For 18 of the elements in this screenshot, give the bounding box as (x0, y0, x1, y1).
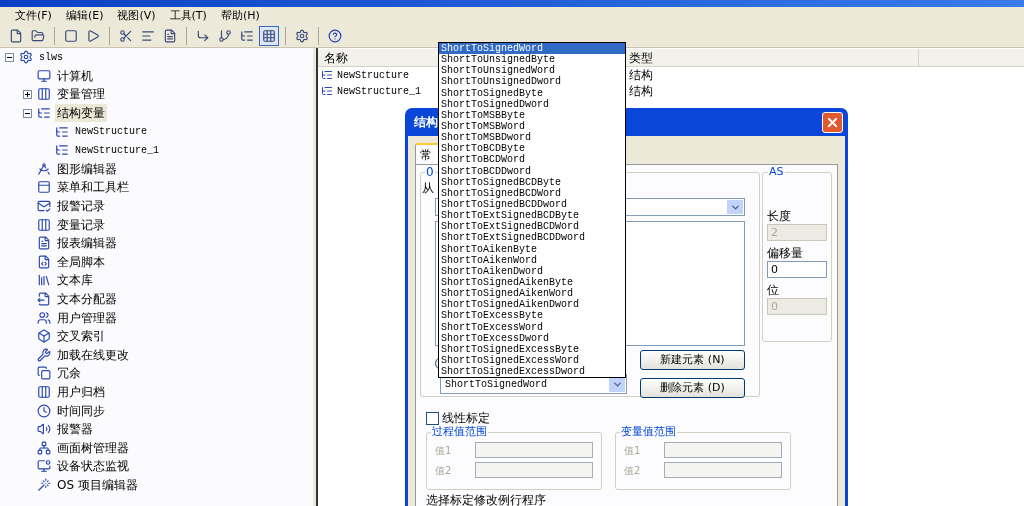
field-label: 值1 (624, 443, 642, 458)
field-label: 位 (767, 283, 779, 298)
checkbox-label: 线性标定 (442, 410, 490, 426)
group-title: 过程值范围 (431, 425, 488, 439)
field-label: 值1 (435, 443, 453, 458)
table-cell-text: 结构 (628, 83, 653, 100)
routine-label: 选择标定修改例行程序 (426, 493, 546, 506)
table-cell-text: 结构 (628, 67, 653, 84)
field-label: 长度 (767, 209, 791, 224)
field-label: 从 (422, 181, 434, 195)
group-title: 0 (425, 165, 435, 179)
dialog-title: 结构 (414, 115, 438, 129)
field-label: 偏移量 (767, 246, 803, 261)
field-label: 值2 (624, 463, 642, 478)
group-title: 变量值范围 (620, 425, 677, 439)
table-cell-text: NewStructure_1 (337, 84, 421, 99)
field-label: 值2 (435, 463, 453, 478)
table-cell-text: NewStructure (337, 68, 409, 83)
